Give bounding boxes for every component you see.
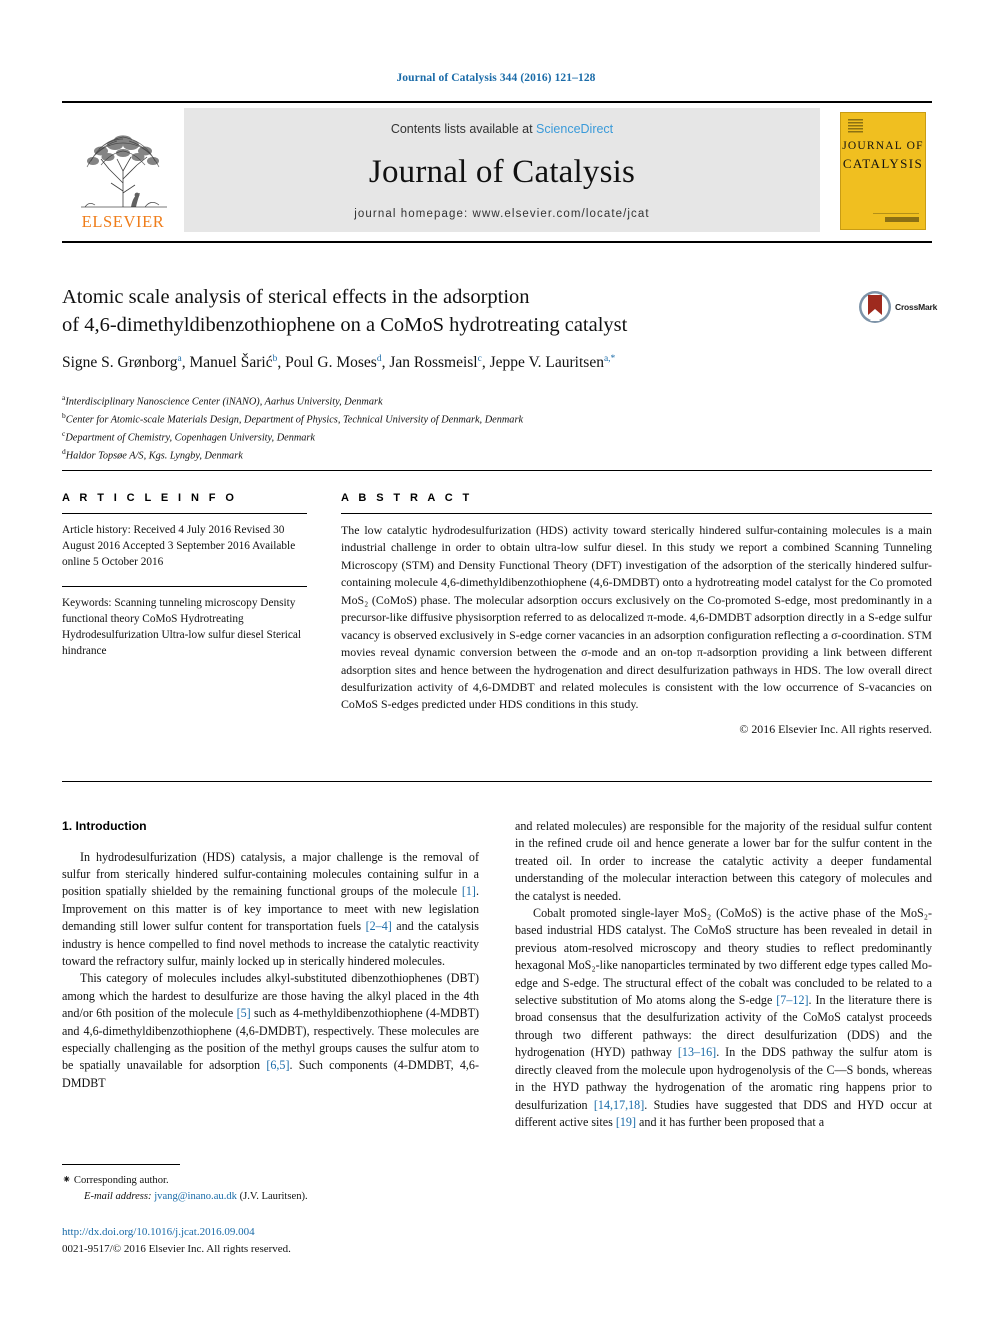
- article-info-rule: [62, 513, 307, 514]
- paragraph: and related molecules) are responsible f…: [515, 819, 932, 903]
- elsevier-wordmark: ELSEVIER: [81, 211, 165, 231]
- divider-above-body: [62, 781, 932, 782]
- sciencedirect-link[interactable]: ScienceDirect: [536, 122, 613, 136]
- crossmark-label: CrossMark: [895, 302, 938, 312]
- affiliation-item: cDepartment of Chemistry, Copenhagen Uni…: [62, 429, 316, 444]
- email-owner: (J.V. Lauritsen).: [239, 1190, 308, 1202]
- cover-footer-marks: [873, 213, 919, 222]
- issn-copyright-line: 0021-9517/© 2016 Elsevier Inc. All right…: [62, 1242, 291, 1255]
- article-info-heading: A R T I C L E I N F O: [62, 492, 238, 504]
- citation-ref[interactable]: [1]: [462, 884, 476, 898]
- journal-masthead: ELSEVIER Contents lists available at Sci…: [62, 101, 932, 232]
- citation-ref[interactable]: [7–12]: [776, 993, 808, 1007]
- masthead-bottom-rule: [62, 241, 932, 244]
- article-history: Article history: Received 4 July 2016 Re…: [62, 524, 296, 569]
- article-info-section: A R T I C L E I N F O Article history: R…: [62, 492, 307, 659]
- section-heading-introduction: 1. Introduction: [62, 819, 147, 833]
- doi-link[interactable]: http://dx.doi.org/10.1016/j.jcat.2016.09…: [62, 1226, 255, 1238]
- running-head: Journal of Catalysis 344 (2016) 121–128: [396, 72, 596, 84]
- paragraph: This category of molecules includes alky…: [62, 971, 480, 1090]
- email-link[interactable]: jvang@inano.au.dk: [154, 1191, 237, 1202]
- masthead-center: Contents lists available at ScienceDirec…: [184, 108, 820, 232]
- abstract-heading: A B S T R A C T: [341, 492, 473, 504]
- author: Jan Rossmeislc: [389, 353, 482, 371]
- divider-above-info: [62, 470, 932, 471]
- cover-elsevier-mark-icon: [848, 119, 863, 133]
- affiliation-item: bCenter for Atomic-scale Materials Desig…: [62, 411, 524, 426]
- author: Poul G. Mosesd: [285, 353, 382, 371]
- crossmark-icon: [859, 291, 891, 323]
- abstract-text: The low catalytic hydrodesulfurization (…: [341, 523, 932, 712]
- email-line: E-mail address: jvang@inano.au.dk (J.V. …: [62, 1189, 479, 1205]
- author-affil-marker[interactable]: a,*: [604, 354, 615, 364]
- author: Manuel Šarićb: [189, 353, 278, 371]
- body-column-left: 1. Introduction In hydrodesulfurization …: [62, 818, 479, 1092]
- journal-homepage[interactable]: journal homepage: www.elsevier.com/locat…: [354, 208, 649, 220]
- paragraph: Cobalt promoted single-layer MoS₂ (CoMoS…: [515, 906, 932, 1129]
- abstract-copyright: © 2016 Elsevier Inc. All rights reserved…: [739, 721, 932, 736]
- title-block: Atomic scale analysis of sterical effect…: [62, 284, 852, 373]
- affiliation-list: aInterdisciplinary Nanoscience Center (i…: [62, 392, 762, 464]
- paragraph: In hydrodesulfurization (HDS) catalysis,…: [62, 849, 479, 968]
- journal-cover-thumbnail[interactable]: JOURNAL OF CATALYSIS: [832, 108, 932, 232]
- citation-ref[interactable]: [14,17,18]: [594, 1098, 644, 1112]
- page-title: Atomic scale analysis of sterical effect…: [62, 284, 852, 340]
- abstract-section: A B S T R A C T The low catalytic hydrod…: [341, 492, 932, 737]
- author: Signe S. Grønborga: [62, 353, 182, 371]
- body-column-right: and related molecules) are responsible f…: [515, 818, 932, 1131]
- asterisk-icon: ⁕: [62, 1174, 72, 1186]
- crossmark-badge[interactable]: CrossMark: [858, 286, 938, 328]
- abstract-rule: [341, 513, 932, 514]
- journal-title: Journal of Catalysis: [368, 153, 636, 190]
- corresponding-author-text: Corresponding author.: [73, 1175, 169, 1186]
- keywords-list: Keywords: Scanning tunneling microscopy …: [62, 597, 302, 658]
- contents-prefix: Contents lists available at: [390, 122, 537, 136]
- keywords-rule: [62, 586, 307, 588]
- email-label: E-mail address:: [84, 1190, 152, 1202]
- elsevier-tree-icon: [81, 134, 167, 207]
- title-line-2: of 4,6-dimethyldibenzothiophene on a CoM…: [62, 313, 628, 336]
- author-list: Signe S. Grønborga, Manuel Šarićb, Poul …: [62, 353, 616, 371]
- footnote-divider: [62, 1164, 180, 1165]
- citation-ref[interactable]: [19]: [616, 1115, 636, 1129]
- corresponding-author-line: ⁕ Corresponding author.: [62, 1172, 479, 1189]
- cover-title-line1: JOURNAL OF: [842, 140, 924, 152]
- cover-title-line2: CATALYSIS: [842, 155, 924, 171]
- citation-ref[interactable]: [13–16]: [678, 1045, 716, 1059]
- citation-ref[interactable]: [5]: [237, 1006, 251, 1020]
- contents-list-line: Contents lists available at ScienceDirec…: [391, 122, 613, 136]
- elsevier-logo: ELSEVIER: [62, 108, 184, 232]
- footer-doi-block: http://dx.doi.org/10.1016/j.jcat.2016.09…: [62, 1224, 482, 1257]
- citation-ref[interactable]: [6,5]: [266, 1058, 289, 1072]
- paper-page: Journal of Catalysis 344 (2016) 121–128: [0, 0, 992, 1323]
- corresponding-author-note: ⁕ Corresponding author. E-mail address: …: [62, 1172, 479, 1205]
- author: Jeppe V. Lauritsena,*: [489, 353, 616, 371]
- citation-ref[interactable]: [2–4]: [366, 919, 392, 933]
- affiliation-item: aInterdisciplinary Nanoscience Center (i…: [62, 393, 383, 408]
- affiliation-item: dHaldor Topsøe A/S, Kgs. Lyngby, Denmark: [62, 447, 243, 462]
- title-line-1: Atomic scale analysis of sterical effect…: [62, 286, 530, 308]
